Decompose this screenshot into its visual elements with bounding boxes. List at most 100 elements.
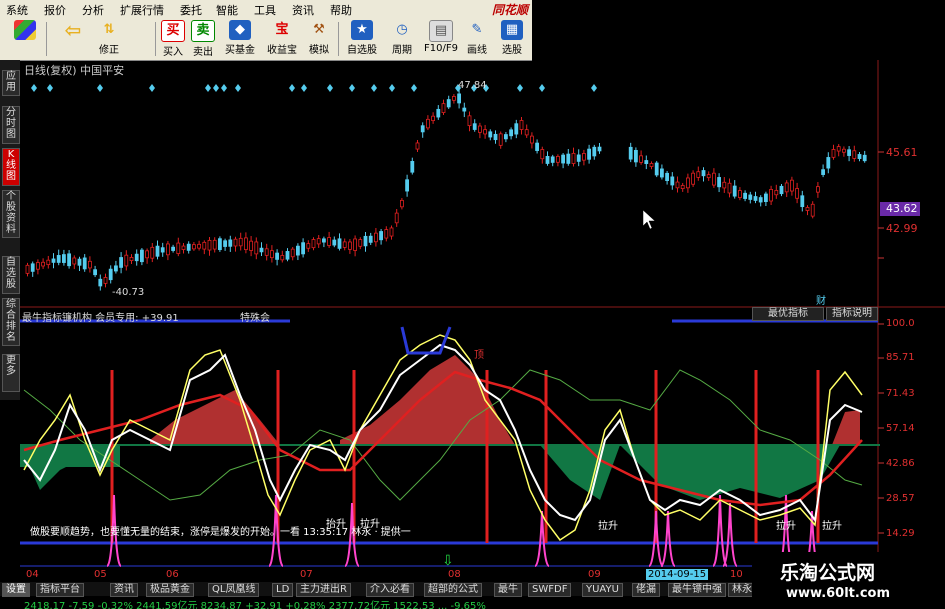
- signal-spike: [722, 502, 738, 567]
- candle: [139, 249, 144, 263]
- ind-tick: 14.29: [886, 528, 915, 539]
- signal-diamond: [213, 84, 219, 92]
- date-label: 05: [94, 569, 107, 580]
- candle: [748, 194, 753, 200]
- chart-header: 日线(复权) 中国平安: [24, 64, 125, 77]
- candle: [862, 154, 867, 162]
- indicator-area-up: [150, 390, 280, 445]
- candle: [847, 149, 851, 156]
- candle: [800, 195, 805, 208]
- candle: [795, 188, 799, 199]
- candle: [150, 246, 155, 259]
- candle: [816, 186, 820, 193]
- candle: [810, 203, 815, 217]
- ind-tick: 85.71: [886, 352, 915, 363]
- candle: [665, 172, 669, 181]
- tab-formula[interactable]: 超部的公式: [424, 583, 482, 597]
- candle: [233, 238, 238, 247]
- candle: [675, 181, 680, 189]
- candle: [295, 245, 300, 256]
- tab-leak[interactable]: 佬漏: [632, 583, 660, 597]
- indicator-area-down: [540, 445, 620, 500]
- signal-diamond: [591, 84, 597, 92]
- tab-indicator-platform[interactable]: 指标平台: [36, 583, 84, 597]
- signal-diamond: [31, 84, 37, 92]
- tab-entry[interactable]: 介入必看: [366, 583, 414, 597]
- down-arrow-icon: ⇩: [442, 553, 454, 569]
- candle: [254, 241, 259, 255]
- date-label: 09: [588, 569, 601, 580]
- candle: [457, 93, 462, 104]
- app-window: 系统 报价 分析 扩展行情 委托 智能 工具 资讯 帮助 同花顺 ⇦ ⇅ 修正 …: [0, 0, 945, 609]
- candle: [576, 154, 581, 162]
- candle: [722, 181, 727, 189]
- candle: [524, 129, 529, 136]
- candle: [743, 192, 747, 199]
- candle: [514, 123, 519, 135]
- candle: [316, 238, 321, 245]
- signal-diamond: [47, 84, 53, 92]
- candle: [779, 185, 784, 195]
- candle: [165, 243, 170, 256]
- candle: [784, 182, 789, 193]
- candle: [488, 131, 493, 138]
- ind-tick: 28.57: [886, 493, 915, 504]
- watermark-title: 乐淘公式网: [780, 562, 876, 584]
- signal-label: 拉升: [598, 521, 618, 532]
- tab-gold[interactable]: 极品黄金: [146, 583, 194, 597]
- tab-strong[interactable]: 最牛镖中强: [668, 583, 726, 597]
- candle: [556, 156, 560, 163]
- candle: [425, 118, 430, 129]
- candle: [530, 135, 534, 144]
- candle: [831, 149, 836, 158]
- candle: [264, 248, 269, 256]
- candle: [732, 185, 737, 197]
- ticker-text: 做股要顺趋势，也要懂无量的结束，涨停是爆发的开始。一看 13:35:17 林永 …: [30, 527, 411, 538]
- candle: [332, 239, 337, 246]
- indicator-area-down: [620, 445, 840, 500]
- date-label: 10: [730, 569, 743, 580]
- tab-yuayu[interactable]: YUAYU: [582, 583, 623, 597]
- candle: [353, 238, 358, 251]
- candle: [628, 146, 633, 160]
- candle: [311, 239, 316, 249]
- candle: [379, 231, 384, 241]
- tab-news[interactable]: 资讯: [110, 583, 138, 597]
- indicator-help-button[interactable]: 指标说明: [826, 307, 878, 321]
- candle: [566, 153, 571, 164]
- candle: [498, 133, 503, 146]
- candle: [503, 134, 508, 140]
- candle: [545, 156, 550, 164]
- candle: [212, 239, 217, 250]
- tab-phoenix[interactable]: QL凤凰线: [208, 583, 260, 597]
- candle: [446, 99, 451, 108]
- candle: [98, 278, 103, 287]
- indicator-area-up: [832, 410, 860, 445]
- candle: [701, 170, 706, 177]
- tab-settings[interactable]: 设置: [2, 583, 30, 597]
- ind-tick: 100.0: [886, 318, 915, 329]
- tab-ld[interactable]: LD: [272, 583, 294, 597]
- tab-best[interactable]: 最牛: [494, 583, 522, 597]
- candle: [706, 174, 711, 179]
- candle: [103, 277, 108, 284]
- best-indicator-button[interactable]: 最优指标: [752, 307, 824, 321]
- tab-main-flow[interactable]: 主力进出R: [296, 583, 351, 597]
- candle: [82, 257, 87, 270]
- price-tick: 45.61: [886, 146, 918, 159]
- candle: [275, 252, 280, 260]
- candle: [217, 238, 222, 251]
- signal-diamond: [517, 84, 523, 92]
- indicator-area-down: [20, 445, 120, 490]
- candle: [280, 255, 285, 261]
- candle: [420, 125, 425, 133]
- candle: [472, 123, 477, 130]
- candle: [477, 125, 482, 133]
- candle: [405, 179, 410, 192]
- candle: [660, 168, 664, 178]
- signal-diamond: [411, 84, 417, 92]
- tab-swfdf[interactable]: SWFDF: [528, 583, 572, 597]
- candle: [181, 245, 186, 250]
- candle: [436, 108, 441, 118]
- indicator-baseline: [20, 444, 880, 446]
